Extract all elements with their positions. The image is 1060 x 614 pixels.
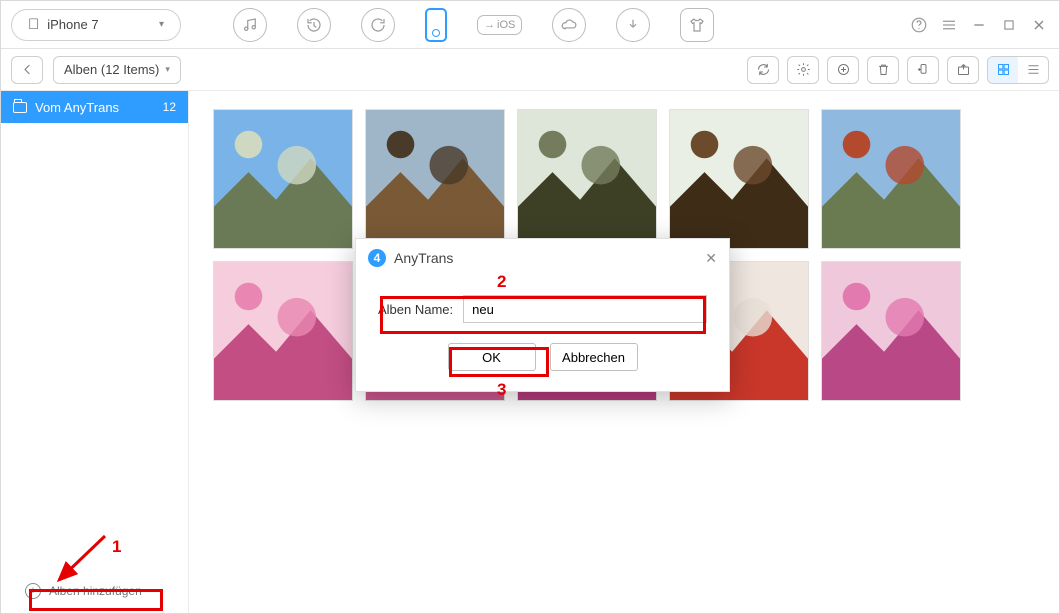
- close-button[interactable]: [1029, 15, 1049, 35]
- ok-button[interactable]: OK: [448, 343, 536, 371]
- add-album-button[interactable]: + Alben hinzufügen: [19, 579, 170, 603]
- dialog-close-button[interactable]: ✕: [705, 250, 717, 267]
- photo-thumb[interactable]: [821, 109, 961, 249]
- add-button[interactable]: [827, 56, 859, 84]
- grid-view-button[interactable]: [988, 57, 1018, 83]
- anytrans-logo-icon: 4: [368, 249, 386, 267]
- category-icons: →iOS: [233, 8, 714, 42]
- maximize-button[interactable]: [999, 15, 1019, 35]
- breadcrumb-label: Alben (12 Items): [64, 62, 159, 77]
- apple-icon: : [28, 16, 39, 33]
- dialog-title: AnyTrans: [394, 250, 453, 266]
- albumname-label: Alben Name:: [378, 302, 453, 317]
- phone-icon[interactable]: [425, 8, 447, 42]
- dialog-body: Alben Name:: [356, 277, 729, 333]
- music-icon[interactable]: [233, 8, 267, 42]
- content-tools: [747, 56, 1049, 84]
- plus-circle-icon: +: [25, 583, 41, 599]
- device-selector[interactable]:  iPhone 7 ▾: [11, 9, 181, 41]
- top-toolbar:  iPhone 7 ▾ →iOS: [1, 1, 1059, 49]
- cancel-button[interactable]: Abbrechen: [550, 343, 638, 371]
- sidebar-item-vom-anytrans[interactable]: Vom AnyTrans 12: [1, 91, 188, 123]
- menu-icon[interactable]: [939, 15, 959, 35]
- export-button[interactable]: [947, 56, 979, 84]
- new-album-dialog: 4 AnyTrans ✕ Alben Name: OK Abbrechen: [355, 238, 730, 392]
- dialog-actions: OK Abbrechen: [356, 333, 729, 391]
- sidebar-item-count: 12: [163, 100, 176, 114]
- add-album-label: Alben hinzufügen: [49, 584, 142, 598]
- device-label: iPhone 7: [47, 17, 98, 32]
- album-dropdown[interactable]: Alben (12 Items) ▾: [53, 56, 181, 84]
- list-view-button[interactable]: [1018, 57, 1048, 83]
- photo-thumb[interactable]: [365, 109, 505, 249]
- settings-button[interactable]: [787, 56, 819, 84]
- to-device-button[interactable]: [907, 56, 939, 84]
- to-ios-icon[interactable]: →iOS: [477, 15, 522, 35]
- download-icon[interactable]: [616, 8, 650, 42]
- minimize-button[interactable]: [969, 15, 989, 35]
- chevron-down-icon: ▾: [159, 19, 164, 30]
- sidebar: Vom AnyTrans 12 + Alben hinzufügen: [1, 91, 189, 613]
- sidebar-item-label: Vom AnyTrans: [35, 100, 119, 115]
- photo-thumb[interactable]: [213, 261, 353, 401]
- sub-toolbar: Alben (12 Items) ▾: [1, 49, 1059, 91]
- view-toggle: [987, 56, 1049, 84]
- photo-thumb[interactable]: [517, 109, 657, 249]
- tshirt-icon[interactable]: [680, 8, 714, 42]
- history-icon[interactable]: [297, 8, 331, 42]
- dialog-titlebar: 4 AnyTrans ✕: [356, 239, 729, 277]
- refresh-button[interactable]: [747, 56, 779, 84]
- folder-icon: [13, 102, 27, 113]
- photo-thumb[interactable]: [213, 109, 353, 249]
- trash-button[interactable]: [867, 56, 899, 84]
- restore-icon[interactable]: [361, 8, 395, 42]
- albumname-input[interactable]: [463, 295, 707, 323]
- window-controls: [909, 15, 1049, 35]
- cloud-icon[interactable]: [552, 8, 586, 42]
- help-icon[interactable]: [909, 15, 929, 35]
- photo-thumb[interactable]: [821, 261, 961, 401]
- chevron-down-icon: ▾: [165, 64, 170, 75]
- back-button[interactable]: [11, 56, 43, 84]
- photo-thumb[interactable]: [669, 109, 809, 249]
